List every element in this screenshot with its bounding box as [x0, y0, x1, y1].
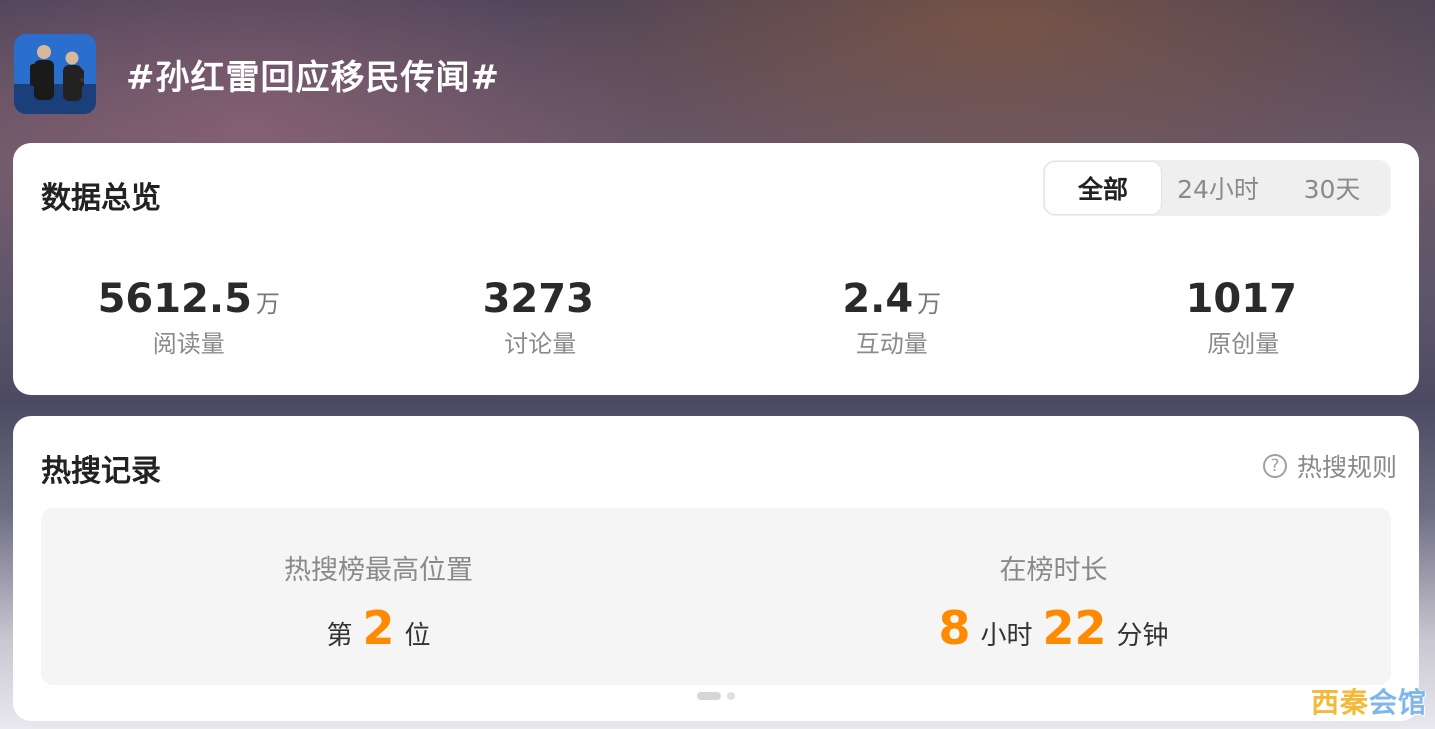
stat-label: 互动量	[855, 330, 928, 358]
rules-label: 热搜规则	[1296, 453, 1397, 482]
rank-prefix: 第	[326, 621, 353, 651]
topic-avatar[interactable]	[14, 34, 96, 114]
page-indicator-active[interactable]	[697, 692, 721, 700]
stat-value: 1017	[1185, 276, 1297, 322]
peak-rank-section: 热搜榜最高位置 第 2 位	[41, 508, 716, 685]
watermark-logo: 西秦会馆	[1311, 681, 1427, 721]
time-range-tabs: 全部 24小时 30天	[1043, 160, 1391, 216]
duration-hours: 8	[938, 601, 971, 655]
stat-value: 2.4	[842, 276, 914, 322]
stats-row: 5612.5 万 阅读量 3273 讨论量 2.4 万 互动量 1017 原创量	[13, 276, 1419, 359]
rank-number: 2	[362, 601, 395, 655]
topic-header: #孙红雷回应移民传闻#	[14, 34, 500, 114]
question-circle-icon: ?	[1262, 454, 1287, 478]
rank-suffix: 位	[404, 621, 431, 651]
stat-label: 阅读量	[152, 330, 225, 358]
stat-unit: 万	[917, 290, 942, 318]
stat-discussions: 3273 讨论量	[365, 276, 717, 359]
topic-photo-icon	[14, 34, 96, 114]
duration-section: 在榜时长 8 小时 22 分钟	[716, 508, 1391, 685]
page-indicator[interactable]	[727, 692, 735, 700]
stat-label: 原创量	[1207, 330, 1280, 358]
stat-originals: 1017 原创量	[1068, 276, 1420, 359]
stat-label: 讨论量	[504, 330, 577, 358]
watermark-part1: 西秦	[1310, 686, 1369, 719]
overview-title: 数据总览	[41, 181, 161, 216]
peak-rank-label: 热搜榜最高位置	[284, 555, 473, 586]
stat-reads: 5612.5 万 阅读量	[13, 276, 365, 359]
pagination-dots	[697, 692, 735, 700]
duration-label: 在榜时长	[999, 555, 1108, 586]
stat-value: 5612.5	[97, 276, 252, 322]
tab-all[interactable]: 全部	[1045, 162, 1161, 214]
hot-search-card: 热搜记录 ? 热搜规则 热搜榜最高位置 第 2 位 在榜时长 8 小时 22 分…	[13, 416, 1419, 721]
stat-interactions: 2.4 万 互动量	[716, 276, 1068, 359]
hot-search-title: 热搜记录	[41, 454, 161, 489]
topic-title: #孙红雷回应移民传闻#	[126, 57, 500, 98]
data-overview-card: 数据总览 全部 24小时 30天 5612.5 万 阅读量 3273 讨论量 2.…	[13, 143, 1419, 395]
minutes-unit: 分钟	[1116, 621, 1169, 651]
stat-value: 3273	[482, 276, 594, 322]
tab-30d[interactable]: 30天	[1275, 162, 1389, 214]
watermark-part2: 会馆	[1368, 686, 1427, 719]
peak-rank-value: 第 2 位	[326, 603, 430, 653]
duration-minutes: 22	[1042, 601, 1107, 655]
stat-unit: 万	[255, 290, 280, 318]
hours-unit: 小时	[980, 621, 1033, 651]
hot-search-rules-link[interactable]: ? 热搜规则	[1262, 448, 1397, 484]
tab-24h[interactable]: 24小时	[1161, 162, 1275, 214]
duration-value: 8 小时 22 分钟	[938, 603, 1168, 653]
hot-search-panel[interactable]: 热搜榜最高位置 第 2 位 在榜时长 8 小时 22 分钟	[41, 508, 1391, 685]
